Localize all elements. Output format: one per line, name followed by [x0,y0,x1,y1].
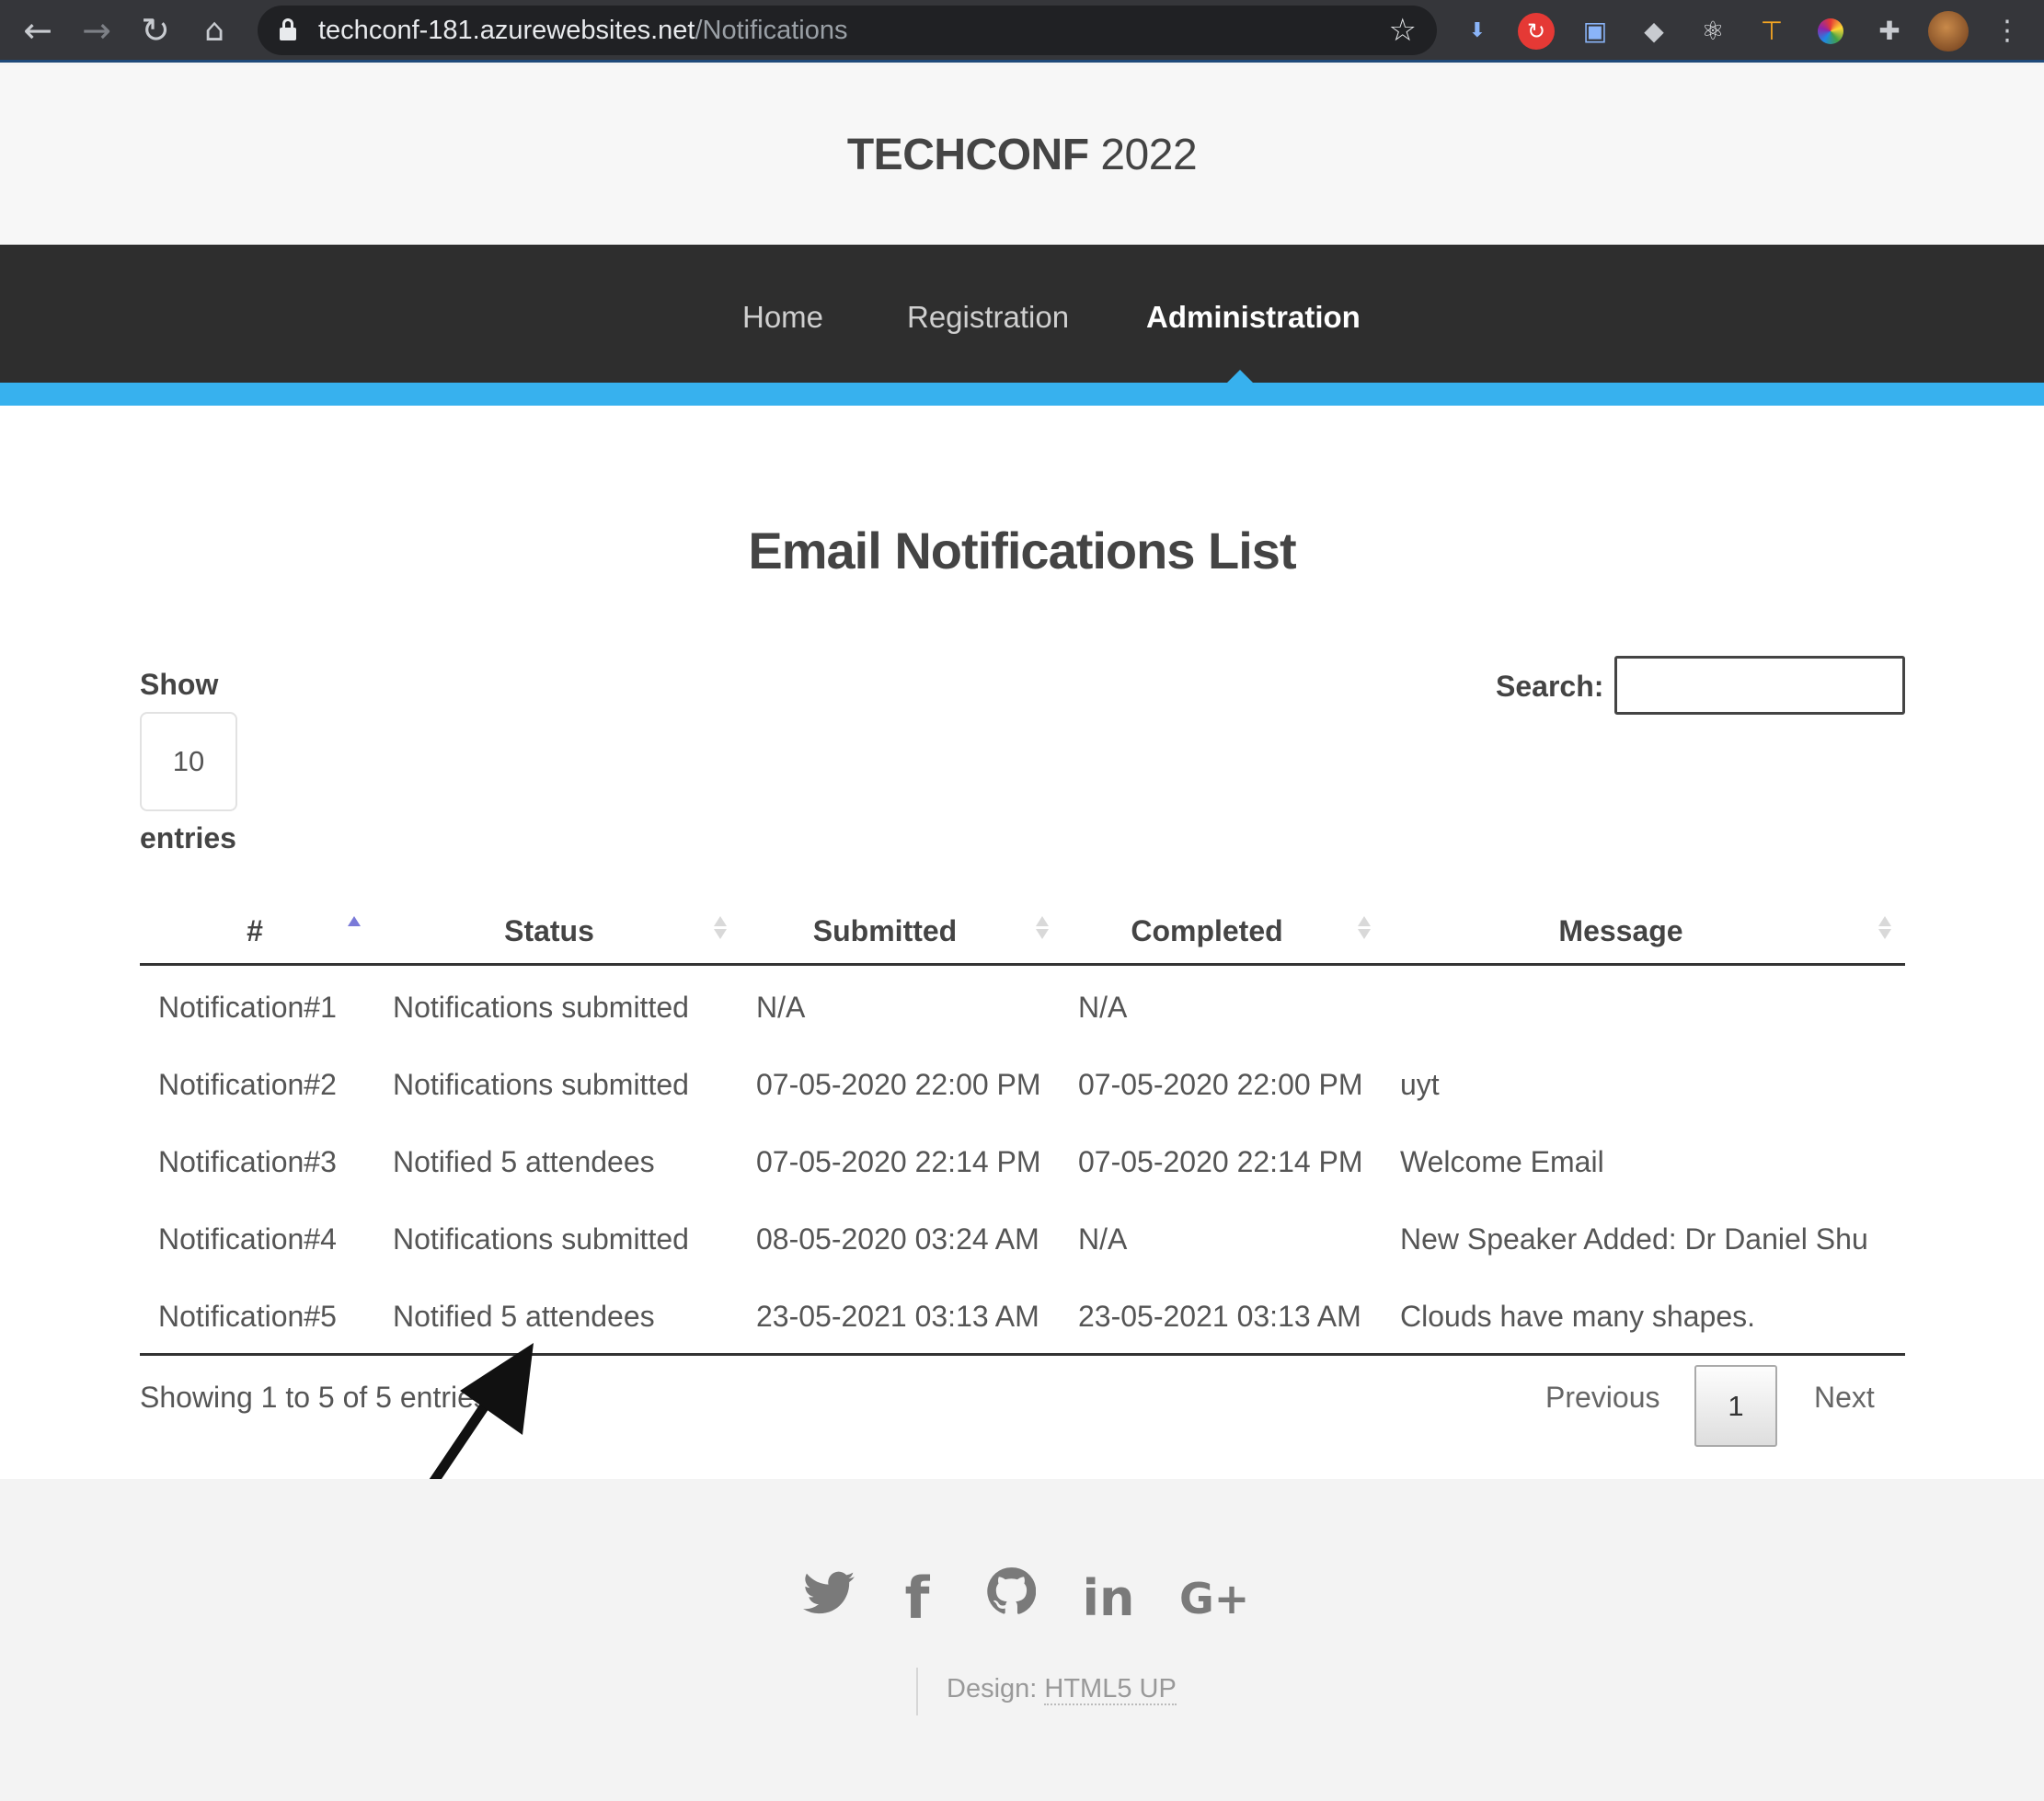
sort-icon[interactable] [712,911,729,947]
design-credit: Design: HTML5 UP [947,1674,1177,1705]
cell-status: Notifications submitted [393,1222,689,1256]
png-extension-icon[interactable]: ⬇ [1459,13,1496,50]
main-nav: Home Registration Administration [0,245,2044,383]
nav-item-registration[interactable]: Registration [907,245,1069,390]
color-extension-icon[interactable] [1818,18,1843,44]
sort-icon[interactable] [1877,911,1893,947]
search-input[interactable] [1614,656,1905,715]
cell-number: Notification#2 [158,1068,337,1101]
footer-divider [916,1668,918,1715]
column-header-number[interactable]: # [140,896,370,966]
main-content: Email Notifications List Show 10 entries… [0,406,2044,1479]
table-row: Notification#3 Notified 5 attendees 07-0… [140,1123,1905,1200]
pagination-previous[interactable]: Previous [1545,1381,1660,1415]
cell-completed: 07-05-2020 22:14 PM [1078,1145,1363,1178]
pagination-next[interactable]: Next [1814,1381,1875,1415]
cell-status: Notifications submitted [393,991,689,1024]
cell-message: uyt [1400,1068,1440,1101]
search-label: Search: [1496,670,1604,703]
twitter-icon[interactable] [797,1566,861,1631]
page-title: Email Notifications List [748,522,1296,579]
forward-icon[interactable]: → [75,9,118,52]
column-header-status[interactable]: Status [370,896,729,966]
show-label: Show [140,668,219,701]
cell-submitted: 07-05-2020 22:00 PM [756,1068,1041,1101]
cell-submitted: 23-05-2021 03:13 AM [756,1300,1039,1333]
cell-number: Notification#1 [158,991,337,1024]
cell-submitted: 07-05-2020 22:14 PM [756,1145,1041,1178]
url-text: techconf-181.azurewebsites.net/Notificat… [318,16,848,45]
bookmark-star-icon[interactable]: ☆ [1389,6,1417,55]
lock-icon [280,18,296,40]
cell-submitted: N/A [756,991,806,1024]
cell-completed: N/A [1078,1222,1128,1256]
sort-ascending-icon[interactable] [346,911,362,947]
reload-icon[interactable]: ↻ [134,9,177,52]
cell-status: Notified 5 attendees [393,1145,655,1178]
back-icon[interactable]: ← [17,9,59,52]
nav-item-administration[interactable]: Administration [1146,245,1361,390]
save-extension-icon[interactable]: ▣ [1577,13,1613,50]
column-header-message[interactable]: Message [1372,896,1869,966]
facebook-icon[interactable]: f [885,1566,949,1631]
refresh-extension-icon[interactable]: ↻ [1518,13,1555,50]
sort-icon[interactable] [1034,911,1051,947]
home-icon[interactable]: ⌂ [193,9,235,52]
cell-submitted: 08-05-2020 03:24 AM [756,1222,1039,1256]
cell-message: New Speaker Added: Dr Daniel Shu [1400,1222,1868,1256]
github-icon[interactable] [979,1566,1043,1631]
entries-label: entries [140,821,236,855]
menu-icon[interactable]: ⋮ [1989,13,2026,50]
linkedin-icon[interactable]: in [1076,1566,1141,1631]
cell-number: Notification#3 [158,1145,337,1178]
sort-icon[interactable] [1356,911,1372,947]
cell-message: Welcome Email [1400,1145,1604,1178]
ruler-extension-icon[interactable]: ⊤ [1753,13,1790,50]
nav-item-home[interactable]: Home [742,245,823,390]
site-footer: f in G+ Design: HTML5 UP [0,1479,2044,1801]
cell-number: Notification#5 [158,1300,337,1333]
puzzle-extension-icon[interactable]: ✚ [1871,13,1908,50]
page-length-select[interactable]: 10 [140,712,237,811]
column-header-completed[interactable]: Completed [1051,896,1363,966]
column-header-submitted[interactable]: Submitted [729,896,1041,966]
site-header: TECHCONF 2022 [0,65,2044,245]
dropbox-extension-icon[interactable]: ◆ [1636,13,1672,50]
cell-number: Notification#4 [158,1222,337,1256]
cell-status: Notifications submitted [393,1068,689,1101]
browser-toolbar: ← → ↻ ⌂ techconf-181.azurewebsites.net/N… [0,0,2044,63]
active-nav-caret [1227,370,1253,383]
address-bar[interactable]: techconf-181.azurewebsites.net/Notificat… [258,6,1437,55]
accent-bar [0,383,2044,406]
table-row: Notification#1 Notifications submitted N… [140,969,1905,1046]
react-extension-icon[interactable]: ⚛ [1694,13,1731,50]
cell-message: Clouds have many shapes. [1400,1300,1755,1333]
cell-completed: 07-05-2020 22:00 PM [1078,1068,1363,1101]
table-row: Notification#2 Notifications submitted 0… [140,1046,1905,1123]
pagination-current-page[interactable]: 1 [1694,1365,1777,1447]
cell-completed: N/A [1078,991,1128,1024]
table-header: # Status Submitted Completed Message [140,896,1905,966]
design-credit-link[interactable]: HTML5 UP [1044,1674,1177,1705]
table-row: Notification#4 Notifications submitted 0… [140,1200,1905,1278]
site-logo[interactable]: TECHCONF 2022 [0,130,2044,180]
cell-completed: 23-05-2021 03:13 AM [1078,1300,1361,1333]
profile-avatar[interactable] [1928,11,1969,52]
google-plus-icon[interactable]: G+ [1179,1566,1249,1631]
